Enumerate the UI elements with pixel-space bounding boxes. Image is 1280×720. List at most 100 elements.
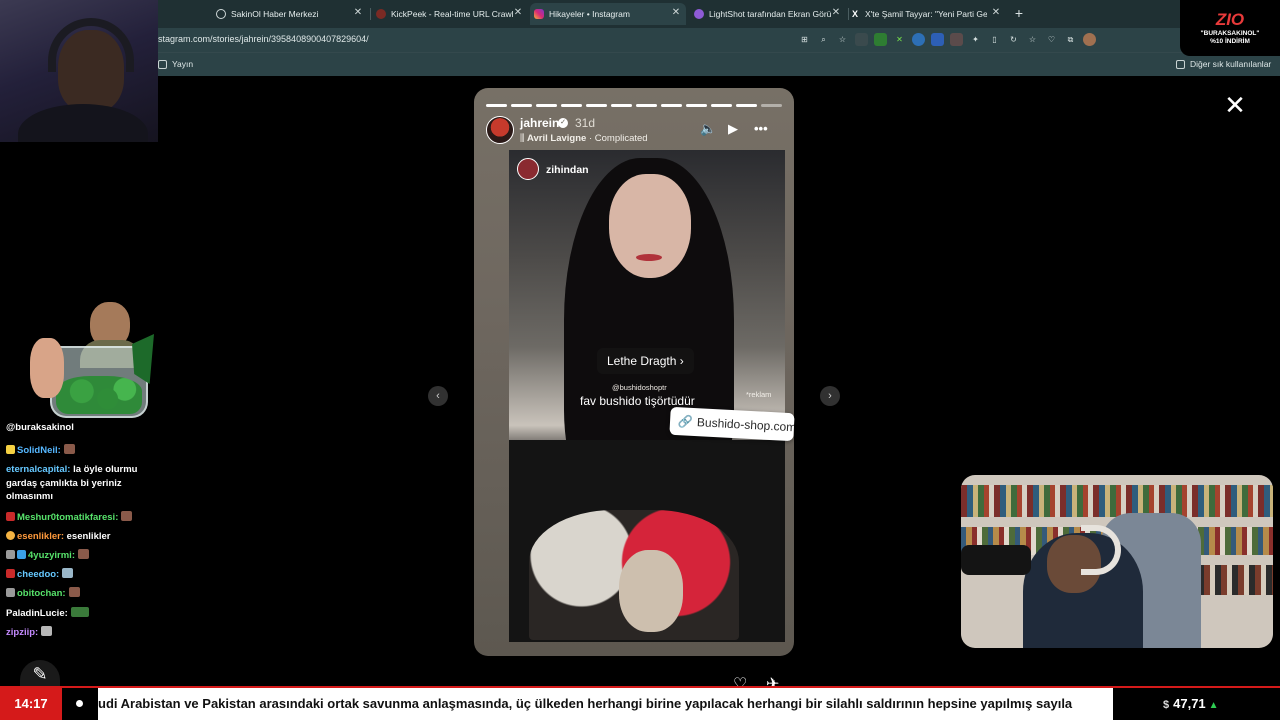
verified-icon: ✓ bbox=[558, 118, 568, 128]
extension-icon[interactable]: ✕ bbox=[893, 33, 906, 46]
tab-sakinol[interactable]: SakinOl Haber Merkezi ✕ bbox=[212, 3, 368, 25]
currency-rate: $47,71 ▲ bbox=[1113, 688, 1280, 720]
extension-icon[interactable] bbox=[855, 33, 868, 46]
music-bars-icon: ⫼ bbox=[520, 133, 528, 144]
tab-label: X'te Şamil Tayyar: "Yeni Parti Genel bbox=[865, 9, 987, 19]
progress-segment bbox=[511, 104, 532, 107]
extension-icon[interactable] bbox=[950, 33, 963, 46]
close-icon[interactable]: ✕ bbox=[352, 7, 364, 19]
extension-icon[interactable] bbox=[912, 33, 925, 46]
emote-icon bbox=[41, 626, 53, 636]
close-icon[interactable]: ✕ bbox=[990, 7, 1002, 19]
photo-face bbox=[609, 174, 691, 278]
story-music[interactable]: ⫼ Avril Lavigne · Complicated bbox=[520, 133, 648, 144]
progress-segment bbox=[686, 104, 707, 107]
chat-message: zipziip: bbox=[6, 626, 156, 640]
puzzle-icon[interactable]: ✦ bbox=[969, 33, 982, 46]
lightshot-icon bbox=[694, 9, 704, 19]
new-tab-button[interactable]: + bbox=[1012, 5, 1026, 21]
badge-icon bbox=[6, 512, 15, 521]
bookmark-label: Diğer sık kullanılanlar bbox=[1190, 59, 1272, 69]
refresh-icon[interactable]: ↻ bbox=[1007, 33, 1020, 46]
ticker-clock: 14:17 bbox=[0, 688, 62, 720]
kickpeek-icon bbox=[376, 9, 386, 19]
progress-segment bbox=[736, 104, 757, 107]
tab-kickpeek[interactable]: KickPeek - Real-time URL Crawler ✕ bbox=[372, 3, 528, 25]
tshirt-portrait bbox=[619, 550, 683, 632]
chat-user: obitochan: bbox=[17, 588, 66, 599]
story-time: 31d bbox=[575, 116, 596, 130]
ad-label: *reklam bbox=[746, 390, 772, 399]
tab-label: Hikayeler • Instagram bbox=[549, 9, 630, 19]
progress-segment bbox=[711, 104, 732, 107]
ticker-headline: udi Arabistan ve Pakistan arasındaki ort… bbox=[98, 696, 1073, 711]
mention-sticker[interactable]: Lethe Dragth › bbox=[597, 348, 694, 374]
screenshot-icon[interactable]: ⧉ bbox=[1064, 33, 1077, 46]
apps-icon[interactable]: ⊞ bbox=[798, 33, 811, 46]
translate-icon[interactable] bbox=[931, 33, 944, 46]
play-icon[interactable]: ▶ bbox=[728, 121, 738, 137]
progress-segment bbox=[661, 104, 682, 107]
extension-icon[interactable] bbox=[874, 33, 887, 46]
chat-user: cheedoo: bbox=[17, 569, 60, 580]
pencil-icon[interactable]: ✎ bbox=[20, 660, 60, 688]
badge-icon bbox=[6, 531, 15, 540]
chevron-right-icon: › bbox=[679, 354, 684, 368]
x-icon: X bbox=[851, 9, 858, 19]
tab-x[interactable]: X X'te Şamil Tayyar: "Yeni Parti Genel ✕ bbox=[850, 3, 1006, 25]
chat-user: eternalcapital: bbox=[6, 464, 71, 475]
chat-message: Meshur0tomatikfaresi: bbox=[6, 511, 156, 525]
tab-divider bbox=[370, 8, 371, 20]
story-avatar[interactable] bbox=[486, 116, 514, 144]
emote-icon bbox=[121, 511, 133, 521]
sponsor-code: "BURAKSAKINOL" bbox=[1200, 30, 1260, 37]
progress-segment bbox=[586, 104, 607, 107]
tab-instagram[interactable]: Hikayeler • Instagram ✕ bbox=[530, 3, 686, 25]
chat-user: zipziip: bbox=[6, 627, 39, 638]
star-icon[interactable]: ☆ bbox=[836, 33, 849, 46]
link-icon: 🔗 bbox=[677, 414, 694, 429]
favorites-icon[interactable]: ☆ bbox=[1026, 33, 1039, 46]
next-story-button[interactable]: › bbox=[820, 386, 840, 406]
heart-icon[interactable]: ♡ bbox=[1045, 33, 1058, 46]
story-progress-bar bbox=[486, 104, 782, 107]
previous-story-button[interactable]: ‹ bbox=[428, 386, 448, 406]
toolbar-icons: ⊞ ⌕ ☆ ✕ ✦ ▯ ↻ ☆ ♡ ⧉ bbox=[798, 33, 1096, 46]
progress-segment-current bbox=[761, 104, 782, 107]
bookmark-other[interactable]: Diğer sık kullanılanlar bbox=[1176, 59, 1271, 69]
mention-label: Lethe Dragth bbox=[607, 354, 677, 368]
badge-icon bbox=[6, 550, 15, 559]
volume-icon[interactable]: 🔈 bbox=[700, 121, 716, 137]
emote-icon bbox=[63, 444, 75, 454]
currency-symbol: $ bbox=[1163, 699, 1170, 711]
bookmarks-bar: Yayın Diğer sık kullanılanlar bbox=[0, 52, 1280, 76]
url-field[interactable]: stagram.com/stories/jahrein/395840890040… bbox=[158, 34, 369, 44]
more-options-icon[interactable]: ••• bbox=[754, 121, 768, 136]
chat-user: esenlikler: bbox=[17, 531, 64, 542]
emote-icon bbox=[62, 568, 74, 578]
close-icon[interactable]: ✕ bbox=[512, 7, 524, 19]
folder-icon bbox=[1176, 59, 1185, 69]
chat-message: 4yuzyirmi: bbox=[6, 549, 156, 563]
streamer-head bbox=[58, 30, 124, 112]
currency-value: 47,71 bbox=[1173, 696, 1206, 711]
zoom-icon[interactable]: ⌕ bbox=[817, 33, 830, 46]
split-icon[interactable]: ▯ bbox=[988, 33, 1001, 46]
story-username[interactable]: jahrein bbox=[520, 116, 559, 130]
close-story-button[interactable]: ✕ bbox=[1222, 92, 1248, 118]
chat-user: SolidNeil: bbox=[17, 445, 61, 456]
shared-post-avatar[interactable] bbox=[517, 158, 539, 180]
address-bar: stagram.com/stories/jahrein/395840890040… bbox=[0, 28, 1280, 52]
sponsor-discount: %10 İNDİRİM bbox=[1210, 38, 1250, 45]
chat-message: PaladinLucie: bbox=[6, 607, 156, 621]
story-caption: fav bushido tişörtüdür bbox=[580, 394, 695, 408]
close-icon[interactable]: ✕ bbox=[830, 7, 842, 19]
progress-segment bbox=[611, 104, 632, 107]
chat-message: eternalcapital: la öyle olurmu gardaş ça… bbox=[6, 463, 156, 504]
close-icon[interactable]: ✕ bbox=[670, 7, 682, 19]
profile-avatar[interactable] bbox=[1083, 33, 1096, 46]
bookmark-yayin[interactable]: Yayın bbox=[158, 59, 193, 69]
news-ticker: 14:17 udi Arabistan ve Pakistan arasında… bbox=[0, 686, 1280, 720]
shared-post-username[interactable]: zihindan bbox=[546, 164, 589, 176]
tab-lightshot[interactable]: LightShot tarafından Ekran Görün ✕ bbox=[690, 3, 846, 25]
